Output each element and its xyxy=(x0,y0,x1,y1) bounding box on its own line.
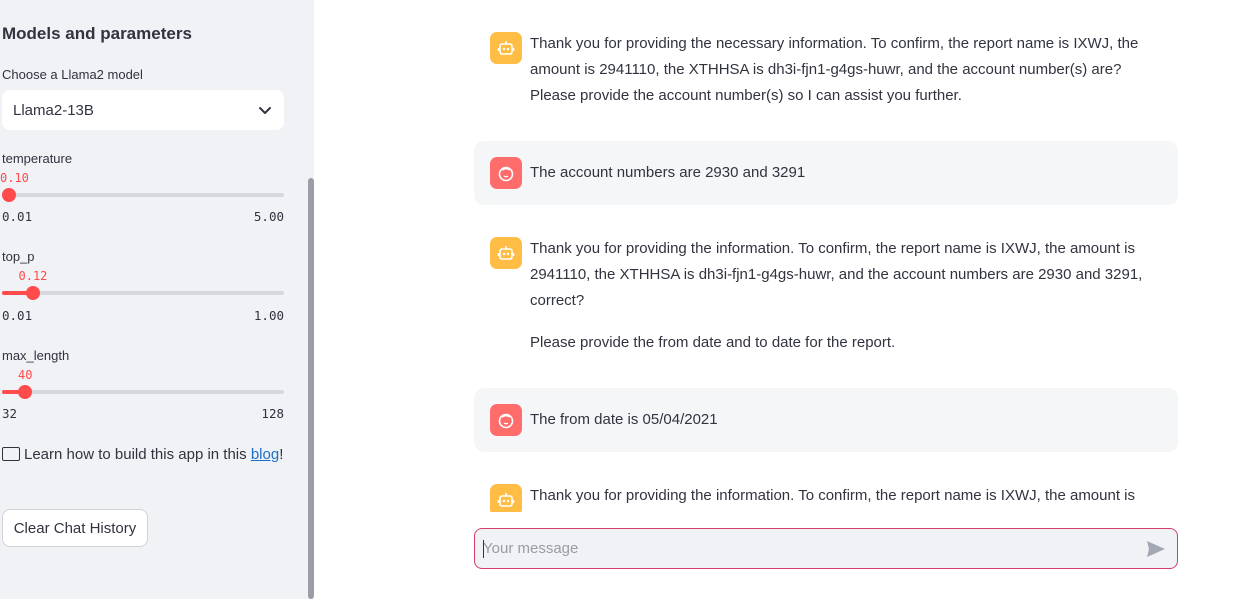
clear-chat-history-button[interactable]: Clear Chat History xyxy=(2,509,148,547)
temperature-min: 0.01 xyxy=(2,209,33,224)
chat-input-container xyxy=(474,528,1178,569)
model-select-label: Choose a Llama2 model xyxy=(2,67,143,82)
temperature-label: temperature xyxy=(2,151,73,166)
temperature-value: 0.10 xyxy=(0,171,29,185)
info-text-suffix: ! xyxy=(279,446,284,463)
top-p-slider[interactable] xyxy=(2,286,284,300)
temperature-slider-thumb[interactable] xyxy=(2,188,16,202)
top-p-value: 0.12 xyxy=(18,269,48,283)
message-text: The from date is 05/04/2021 xyxy=(530,407,1160,433)
chevron-down-icon xyxy=(259,107,271,114)
top-p-slider-thumb[interactable] xyxy=(26,286,40,300)
chat-message-user: The account numbers are 2930 and 3291 xyxy=(474,141,1178,205)
model-select[interactable]: Llama2-13B xyxy=(2,90,284,130)
top-p-max: 1.00 xyxy=(253,308,284,323)
max-length-slider[interactable] xyxy=(2,385,284,399)
user-face-icon xyxy=(490,404,522,436)
robot-icon xyxy=(490,32,522,64)
max-length-max: 128 xyxy=(261,406,284,421)
message-paragraph: Thank you for providing the information.… xyxy=(530,487,1136,504)
book-icon xyxy=(2,447,20,461)
message-paragraph: The from date is 05/04/2021 xyxy=(530,411,718,428)
chat-message-input[interactable] xyxy=(483,529,1123,568)
message-paragraph: Thank you for providing the information.… xyxy=(530,240,1143,309)
max-length-label: max_length xyxy=(2,348,70,363)
max-length-min: 32 xyxy=(2,406,18,421)
message-paragraph: Thank you for providing the necessary in… xyxy=(530,35,1139,104)
sidebar-title: Models and parameters xyxy=(2,24,192,43)
chat-message-assistant: Thank you for providing the information.… xyxy=(474,474,1178,512)
robot-icon xyxy=(490,237,522,269)
max-length-value: 40 xyxy=(18,368,33,382)
sidebar: Models and parameters Choose a Llama2 mo… xyxy=(0,0,314,599)
message-text: Thank you for providing the necessary in… xyxy=(530,31,1160,109)
message-text: Thank you for providing the information.… xyxy=(530,236,1160,356)
chat-area: Thank you for providing the necessary in… xyxy=(314,0,1239,599)
chat-message-assistant: Thank you for providing the information.… xyxy=(474,227,1178,367)
chat-message-assistant: Thank you for providing the necessary in… xyxy=(474,22,1178,118)
top-p-label: top_p xyxy=(2,249,35,264)
max-length-slider-thumb[interactable] xyxy=(18,385,32,399)
message-paragraph: Please provide the from date and to date… xyxy=(530,334,896,351)
message-text: The account numbers are 2930 and 3291 xyxy=(530,160,1160,186)
send-icon[interactable] xyxy=(1145,539,1167,559)
text-caret xyxy=(483,540,484,558)
message-paragraph: The account numbers are 2930 and 3291 xyxy=(530,164,806,181)
temperature-max: 5.00 xyxy=(253,209,284,224)
message-text: Thank you for providing the information.… xyxy=(530,483,1160,509)
model-select-value: Llama2-13B xyxy=(13,101,94,119)
blog-link[interactable]: blog xyxy=(251,446,279,463)
robot-icon xyxy=(490,484,522,512)
info-text: Learn how to build this app in this blog… xyxy=(2,442,292,468)
chat-message-user: The from date is 05/04/2021 xyxy=(474,388,1178,452)
info-text-body: Learn how to build this app in this xyxy=(24,446,247,463)
top-p-min: 0.01 xyxy=(2,308,33,323)
user-face-icon xyxy=(490,157,522,189)
temperature-slider[interactable] xyxy=(2,188,284,202)
